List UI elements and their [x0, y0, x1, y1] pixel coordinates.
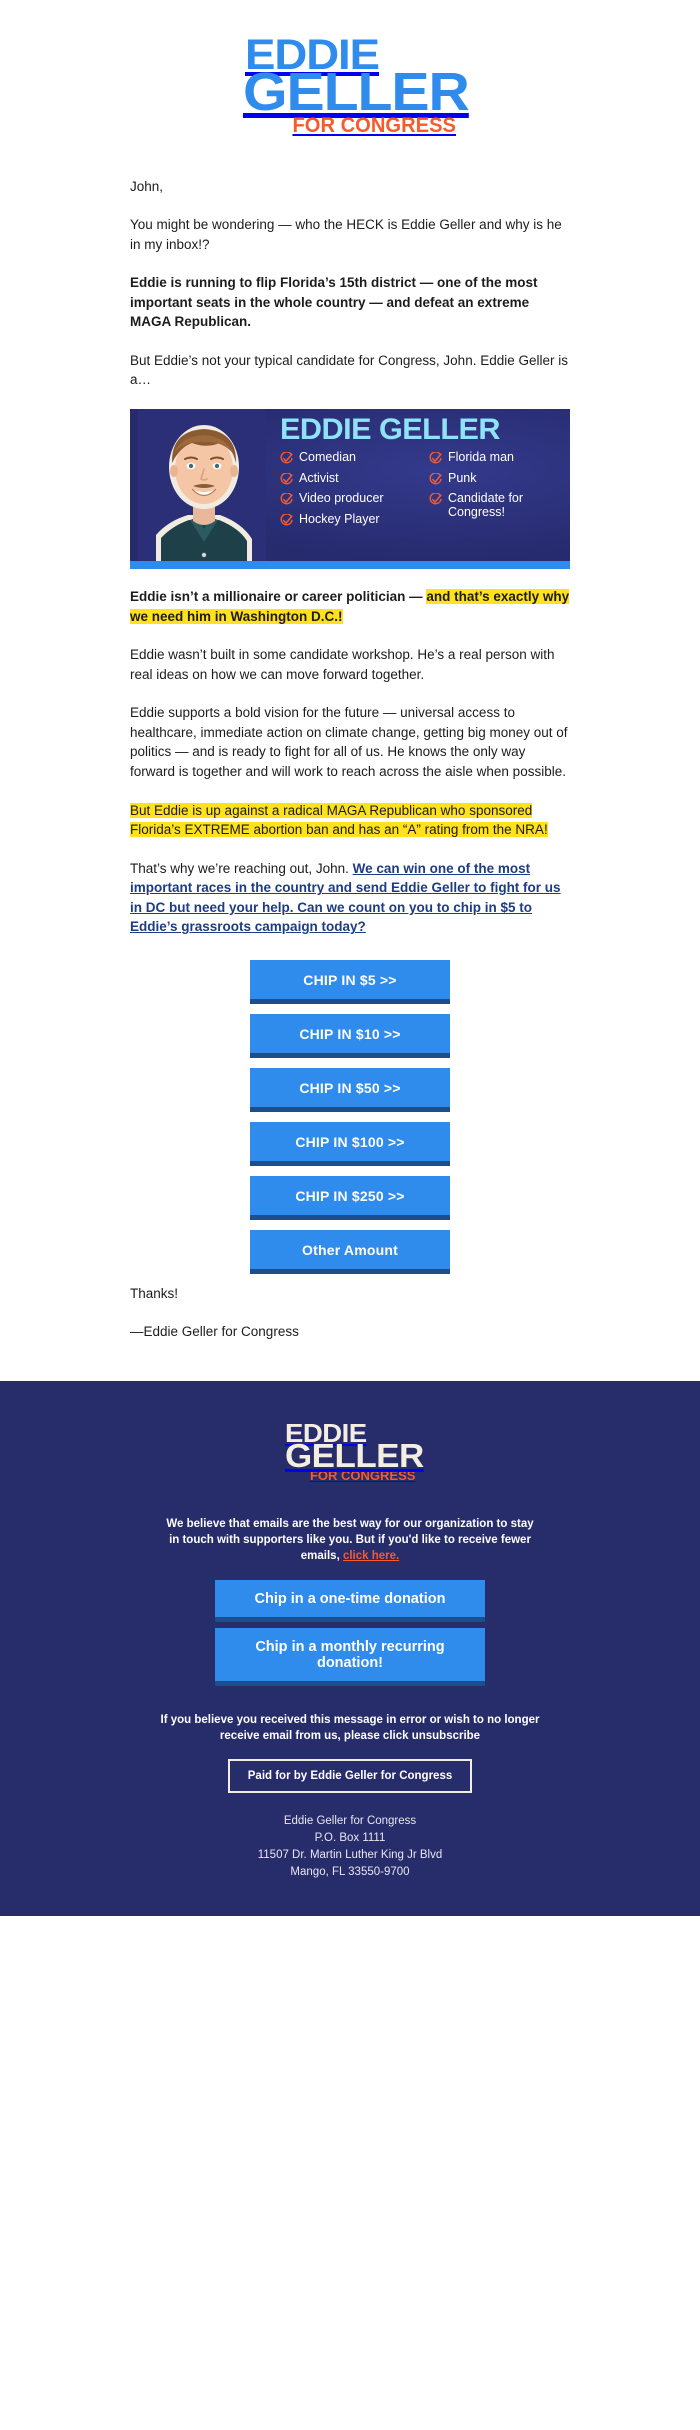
- circled-check-icon: [429, 493, 442, 505]
- hero-left-column: Comedian Activist Video producer Hockey …: [280, 451, 415, 533]
- hero-list-item: Florida man: [429, 451, 564, 465]
- hero-list-item: Comedian: [280, 451, 415, 465]
- hero-list-item: Hockey Player: [280, 511, 415, 527]
- email-header: EDDIE GELLER FOR CONGRESS: [0, 0, 700, 167]
- circled-check-icon: [280, 493, 293, 505]
- address-line: 11507 Dr. Martin Luther King Jr Blvd: [257, 1849, 443, 1861]
- hero-list-label: Activist: [299, 470, 339, 485]
- email-footer: EDDIE GELLER FOR CONGRESS We believe tha…: [0, 1381, 700, 1916]
- maga-highlight: But Eddie is up against a radical MAGA R…: [130, 802, 548, 838]
- hero-inner: EDDIE GELLER Comedian Activist Video pro…: [130, 409, 570, 562]
- donation-button-stack: CHIP IN $5 >> CHIP IN $10 >> CHIP IN $50…: [130, 956, 570, 1274]
- header-logo-tagline: FOR CONGRESS: [292, 113, 457, 137]
- paragraph-ask: That’s why we’re reaching out, John. We …: [130, 859, 570, 937]
- email-body: John, You might be wondering — who the H…: [0, 167, 700, 1382]
- hero-list-label: Comedian: [299, 450, 356, 465]
- circled-check-icon: [280, 472, 293, 484]
- hero-attribute-lists: Comedian Activist Video producer Hockey …: [280, 451, 564, 533]
- paragraph-workshop: Eddie wasn’t built in some candidate wor…: [130, 647, 555, 682]
- hero-list-label: Punk: [448, 470, 477, 485]
- address-line: Mango, FL 33550-9700: [290, 1866, 410, 1879]
- signoff-thanks: Thanks!: [130, 1285, 179, 1301]
- email-content: John, You might be wondering — who the H…: [130, 177, 570, 1343]
- millionaire-plain: Eddie isn’t a millionaire or career poli…: [130, 589, 427, 605]
- other-amount-button[interactable]: Other Amount: [250, 1229, 450, 1274]
- paragraph-not-typical: But Eddie’s not your typical candidate f…: [130, 352, 568, 388]
- chip-in-5-button[interactable]: CHIP IN $5 >>: [250, 959, 450, 1004]
- hero-list-label: Candidate for Congress!: [448, 491, 524, 519]
- paragraph-maga-opponent: But Eddie is up against a radical MAGA R…: [130, 801, 570, 840]
- chip-in-10-button[interactable]: CHIP IN $10 >>: [250, 1013, 450, 1058]
- header-logo-line2: GELLER: [243, 62, 470, 123]
- hero-title: EDDIE GELLER: [280, 413, 501, 447]
- greeting: John,: [130, 178, 164, 194]
- hero-list-label: Hockey Player: [299, 511, 380, 526]
- email-page: EDDIE GELLER FOR CONGRESS John, You migh…: [0, 0, 700, 1916]
- footer-logo-line2: GELLER: [284, 1437, 424, 1475]
- hero-list-item: Activist: [280, 470, 415, 486]
- hero-graphic: EDDIE GELLER Comedian Activist Video pro…: [130, 409, 570, 570]
- hero-list-label: Video producer: [299, 491, 384, 506]
- header-logo[interactable]: EDDIE GELLER FOR CONGRESS: [243, 33, 470, 137]
- circled-check-icon: [429, 472, 442, 484]
- footer-logo[interactable]: EDDIE GELLER FOR CONGRESS: [285, 1420, 424, 1482]
- footer-unsubscribe-note: If you believe you received this message…: [160, 1714, 540, 1743]
- circled-check-icon: [280, 513, 293, 525]
- paragraph-intro: You might be wondering — who the HECK is…: [130, 217, 562, 252]
- ask-plain: That’s why we’re reaching out, John.: [130, 860, 353, 876]
- chip-in-250-button[interactable]: CHIP IN $250 >>: [250, 1175, 450, 1220]
- paragraph-district-bold: Eddie is running to flip Florida’s 15th …: [130, 275, 538, 330]
- hero-right-column: Florida man Punk Candidate for Congress!: [429, 451, 564, 533]
- hero-list-item: Video producer: [280, 492, 415, 506]
- footer-one-time-donation-button[interactable]: Chip in a one-time donation: [215, 1580, 485, 1623]
- chip-in-50-button[interactable]: CHIP IN $50 >>: [250, 1067, 450, 1112]
- footer-click-here-link[interactable]: click here.: [343, 1550, 399, 1562]
- footer-address: Eddie Geller for Congress P.O. Box 1111 …: [0, 1813, 700, 1882]
- paragraph-millionaire: Eddie isn’t a millionaire or career poli…: [130, 587, 570, 626]
- hero-text-area: EDDIE GELLER Comedian Activist Video pro…: [280, 415, 564, 561]
- paid-for-by-disclaimer: Paid for by Eddie Geller for Congress: [227, 1758, 473, 1793]
- hero-list-item: Candidate for Congress!: [429, 491, 564, 519]
- hero-list-item: Punk: [429, 470, 564, 486]
- address-line: P.O. Box 1111: [314, 1831, 386, 1844]
- candidate-headshot-photo: [138, 409, 266, 562]
- address-line: Eddie Geller for Congress: [283, 1814, 417, 1827]
- signoff-name: —Eddie Geller for Congress: [130, 1324, 299, 1340]
- chip-in-100-button[interactable]: CHIP IN $100 >>: [250, 1121, 450, 1166]
- circled-check-icon: [429, 452, 442, 464]
- footer-preferences-note: We believe that emails are the best way …: [160, 1516, 540, 1564]
- footer-monthly-donation-button[interactable]: Chip in a monthly recurring donation!: [215, 1628, 485, 1687]
- circled-check-icon: [280, 452, 293, 464]
- paragraph-bold-vision: Eddie supports a bold vision for the fut…: [130, 705, 568, 779]
- hero-list-label: Florida man: [448, 450, 514, 465]
